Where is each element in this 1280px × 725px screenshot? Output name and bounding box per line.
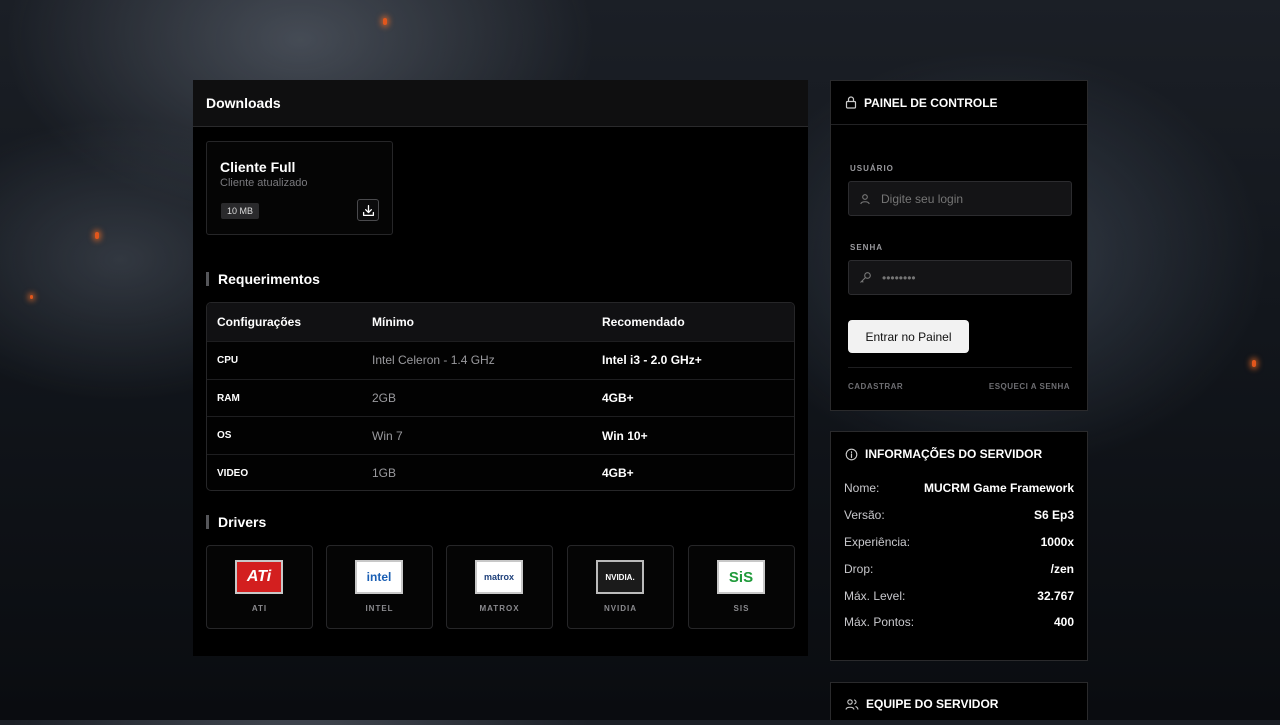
header-config: Configurações bbox=[217, 315, 302, 329]
row-minimum: 2GB bbox=[372, 391, 397, 406]
row-label: VIDEO bbox=[217, 467, 249, 479]
divider bbox=[848, 367, 1072, 368]
client-download-card[interactable]: Cliente Full Cliente atualizado 10 MB bbox=[206, 141, 393, 235]
ember-particle bbox=[95, 232, 99, 239]
server-team-panel: EQUIPE DO SERVIDOR bbox=[830, 682, 1088, 720]
ember-particle bbox=[1252, 360, 1256, 367]
requirements-title: Requerimentos bbox=[206, 272, 320, 286]
row-minimum: Intel Celeron - 1.4 GHz bbox=[372, 353, 495, 368]
driver-card-sis[interactable]: SiS SIS bbox=[688, 545, 795, 629]
server-info-panel: INFORMAÇÕES DO SERVIDOR Nome: MUCRM Game… bbox=[830, 431, 1088, 661]
downloads-header: Downloads bbox=[193, 80, 808, 127]
info-row: Máx. Level: 32.767 bbox=[844, 589, 1074, 603]
file-size-badge: 10 MB bbox=[221, 203, 260, 219]
info-row: Nome: MUCRM Game Framework bbox=[844, 481, 1074, 495]
drivers-title: Drivers bbox=[206, 515, 266, 529]
login-input[interactable] bbox=[879, 190, 1053, 207]
info-value: S6 Ep3 bbox=[1033, 508, 1074, 522]
user-label: USUÁRIO bbox=[850, 164, 894, 173]
drivers-grid: ATi ATI intel INTEL matrox MATROX NVIDIA… bbox=[206, 545, 795, 629]
server-info-header: INFORMAÇÕES DO SERVIDOR bbox=[831, 432, 1087, 476]
lock-icon bbox=[845, 96, 857, 109]
row-recommended: 4GB+ bbox=[602, 391, 634, 406]
sis-logo-icon: SiS bbox=[717, 560, 765, 594]
row-recommended: Win 10+ bbox=[602, 428, 648, 443]
matrox-logo-icon: matrox bbox=[475, 560, 523, 594]
info-key: Drop: bbox=[844, 562, 874, 576]
users-icon bbox=[845, 698, 859, 710]
server-info-title: INFORMAÇÕES DO SERVIDOR bbox=[865, 447, 1043, 461]
driver-name: SIS bbox=[733, 604, 750, 613]
download-icon bbox=[362, 204, 374, 216]
user-icon bbox=[859, 193, 871, 205]
file-title: Cliente Full bbox=[220, 159, 296, 175]
row-recommended: Intel i3 - 2.0 GHz+ bbox=[602, 353, 702, 368]
table-row: CPU Intel Celeron - 1.4 GHz Intel i3 - 2… bbox=[207, 341, 794, 379]
info-row: Drop: /zen bbox=[844, 562, 1074, 576]
driver-card-ati[interactable]: ATi ATI bbox=[206, 545, 313, 629]
server-team-header: EQUIPE DO SERVIDOR bbox=[831, 683, 1087, 725]
control-panel-header: PAINEL DE CONTROLE bbox=[831, 81, 1087, 125]
ember-particle bbox=[30, 295, 33, 299]
table-row: OS Win 7 Win 10+ bbox=[207, 416, 794, 454]
info-row: Experiência: 1000x bbox=[844, 535, 1074, 549]
control-panel: PAINEL DE CONTROLE USUÁRIO SENHA Entrar … bbox=[830, 80, 1088, 411]
ati-logo-icon: ATi bbox=[235, 560, 283, 594]
downloads-panel: Downloads Cliente Full Cliente atualizad… bbox=[193, 80, 808, 656]
table-row: VIDEO 1GB 4GB+ bbox=[207, 454, 794, 490]
info-value: 400 bbox=[1053, 615, 1074, 629]
info-row: Máx. Pontos: 400 bbox=[844, 615, 1074, 629]
info-key: Máx. Pontos: bbox=[844, 615, 915, 629]
header-minimum: Mínimo bbox=[372, 315, 414, 329]
info-key: Experiência: bbox=[844, 535, 911, 549]
header-recommended: Recomendado bbox=[602, 315, 685, 329]
server-team-title: EQUIPE DO SERVIDOR bbox=[866, 697, 999, 711]
key-icon bbox=[859, 271, 872, 284]
driver-name: NVIDIA bbox=[603, 604, 638, 613]
driver-name: ATI bbox=[251, 604, 268, 613]
forgot-password-link[interactable]: ESQUECI A SENHA bbox=[989, 382, 1070, 391]
row-label: CPU bbox=[217, 354, 239, 366]
login-button[interactable]: Entrar no Painel bbox=[848, 320, 969, 353]
info-value: /zen bbox=[1050, 562, 1074, 576]
row-minimum: 1GB bbox=[372, 466, 397, 481]
info-key: Máx. Level: bbox=[844, 589, 906, 603]
control-panel-title: PAINEL DE CONTROLE bbox=[864, 95, 998, 110]
info-key: Versão: bbox=[844, 508, 885, 522]
row-label: RAM bbox=[217, 392, 240, 404]
file-subtitle: Cliente atualizado bbox=[220, 177, 308, 189]
password-field[interactable] bbox=[848, 260, 1072, 295]
downloads-title: Downloads bbox=[206, 95, 281, 111]
table-row: RAM 2GB 4GB+ bbox=[207, 378, 794, 417]
row-label: OS bbox=[217, 430, 232, 442]
driver-card-intel[interactable]: intel INTEL bbox=[326, 545, 433, 629]
driver-name: MATROX bbox=[479, 604, 520, 613]
info-value: 32.767 bbox=[1037, 589, 1074, 603]
login-field[interactable] bbox=[848, 181, 1072, 216]
info-key: Nome: bbox=[844, 481, 880, 495]
password-label: SENHA bbox=[850, 243, 884, 252]
nvidia-logo-icon: NVIDIA. bbox=[596, 560, 644, 594]
driver-card-matrox[interactable]: matrox MATROX bbox=[446, 545, 553, 629]
requirements-table: Configurações Mínimo Recomendado CPU Int… bbox=[206, 302, 795, 491]
row-minimum: Win 7 bbox=[372, 428, 403, 443]
password-input[interactable] bbox=[880, 269, 1054, 286]
info-row: Versão: S6 Ep3 bbox=[844, 508, 1074, 522]
register-link[interactable]: CADASTRAR bbox=[848, 382, 903, 391]
table-header-row: Configurações Mínimo Recomendado bbox=[207, 303, 794, 341]
row-recommended: 4GB+ bbox=[602, 466, 634, 481]
ember-particle bbox=[383, 18, 387, 25]
download-button[interactable] bbox=[357, 199, 379, 221]
info-icon bbox=[845, 448, 858, 460]
info-value: 1000x bbox=[1040, 535, 1074, 549]
driver-name: INTEL bbox=[365, 604, 394, 613]
intel-logo-icon: intel bbox=[355, 560, 403, 594]
driver-card-nvidia[interactable]: NVIDIA. NVIDIA bbox=[567, 545, 674, 629]
info-value: MUCRM Game Framework bbox=[923, 481, 1074, 495]
